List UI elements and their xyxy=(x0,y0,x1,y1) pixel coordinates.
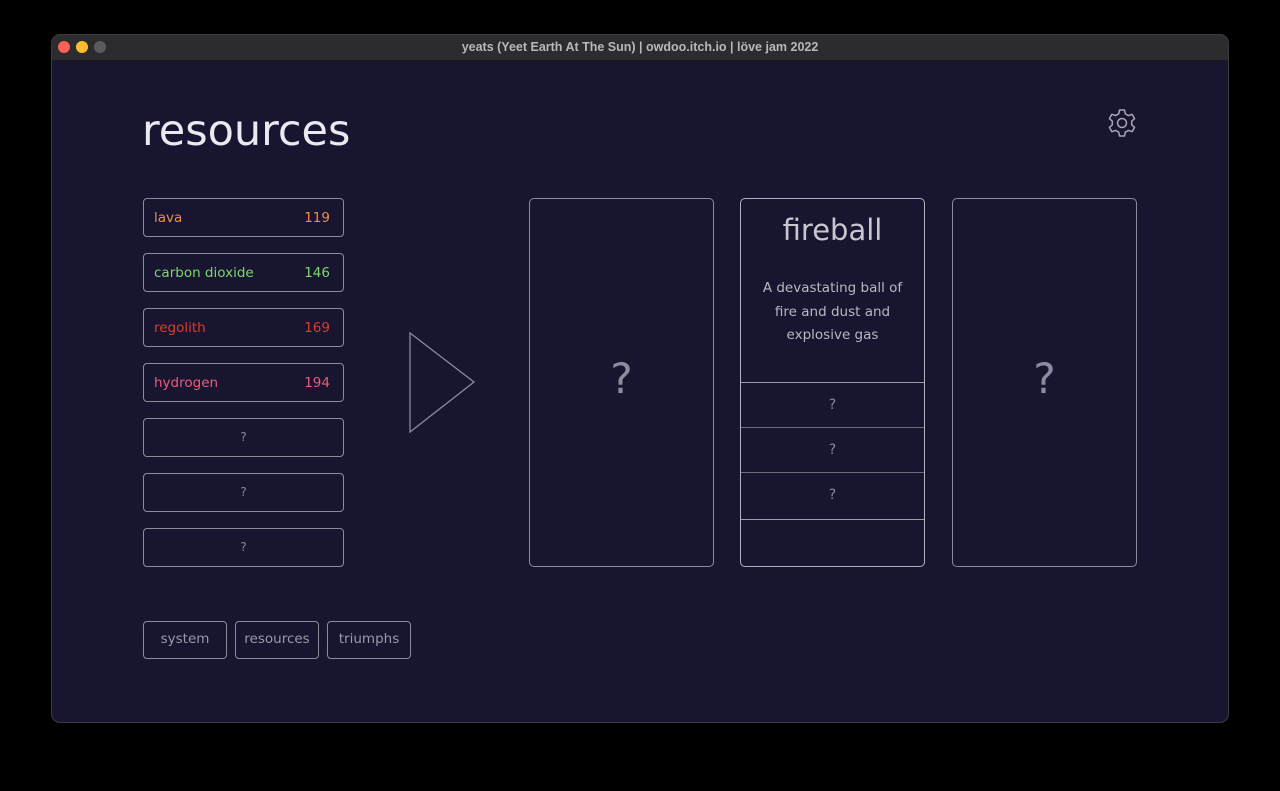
resource-item-unknown[interactable]: ? xyxy=(143,473,344,512)
resource-name: regolith xyxy=(154,320,206,336)
tab-system[interactable]: system xyxy=(143,621,227,659)
title-bar: yeats (Yeet Earth At The Sun) | owdoo.it… xyxy=(52,35,1228,61)
game-window: yeats (Yeet Earth At The Sun) | owdoo.it… xyxy=(52,35,1228,722)
gear-icon[interactable] xyxy=(1106,107,1138,139)
unknown-resource-label: ? xyxy=(240,485,247,499)
resource-count: 169 xyxy=(304,320,330,336)
resource-item-regolith[interactable]: regolith 169 xyxy=(143,308,344,347)
window-title: yeats (Yeet Earth At The Sun) | owdoo.it… xyxy=(461,40,819,54)
tab-triumphs[interactable]: triumphs xyxy=(327,621,411,659)
card-ingredient-slot[interactable]: ? xyxy=(741,427,924,472)
card-ingredient-slot[interactable]: ? xyxy=(741,382,924,427)
resource-item-carbon-dioxide[interactable]: carbon dioxide 146 xyxy=(143,253,344,292)
resource-name: carbon dioxide xyxy=(154,265,254,281)
play-triangle-icon[interactable] xyxy=(408,331,478,435)
unknown-resource-label: ? xyxy=(240,430,247,444)
tab-resources[interactable]: resources xyxy=(235,621,319,659)
card-fireball[interactable]: fireball A devastating ball of fire and … xyxy=(740,198,925,567)
resource-name: lava xyxy=(154,210,183,226)
resource-item-hydrogen[interactable]: hydrogen 194 xyxy=(143,363,344,402)
resource-count: 146 xyxy=(304,265,330,281)
resource-item-unknown[interactable]: ? xyxy=(143,528,344,567)
resource-count: 194 xyxy=(304,375,330,391)
card-ingredient-slot[interactable]: ? xyxy=(741,472,924,517)
card-right[interactable]: ? xyxy=(952,198,1137,567)
resource-item-lava[interactable]: lava 119 xyxy=(143,198,344,237)
unknown-card-label: ? xyxy=(610,354,633,403)
unknown-card-label: ? xyxy=(1033,354,1056,403)
card-title: fireball xyxy=(782,213,883,247)
page-title: resources xyxy=(142,106,351,156)
card-left[interactable]: ? xyxy=(529,198,714,567)
resource-name: hydrogen xyxy=(154,375,219,391)
resource-count: 119 xyxy=(304,210,330,226)
card-action-slot[interactable] xyxy=(741,519,924,564)
resource-item-unknown[interactable]: ? xyxy=(143,418,344,457)
unknown-resource-label: ? xyxy=(240,540,247,554)
card-description: A devastating ball of fire and dust and … xyxy=(762,280,903,343)
